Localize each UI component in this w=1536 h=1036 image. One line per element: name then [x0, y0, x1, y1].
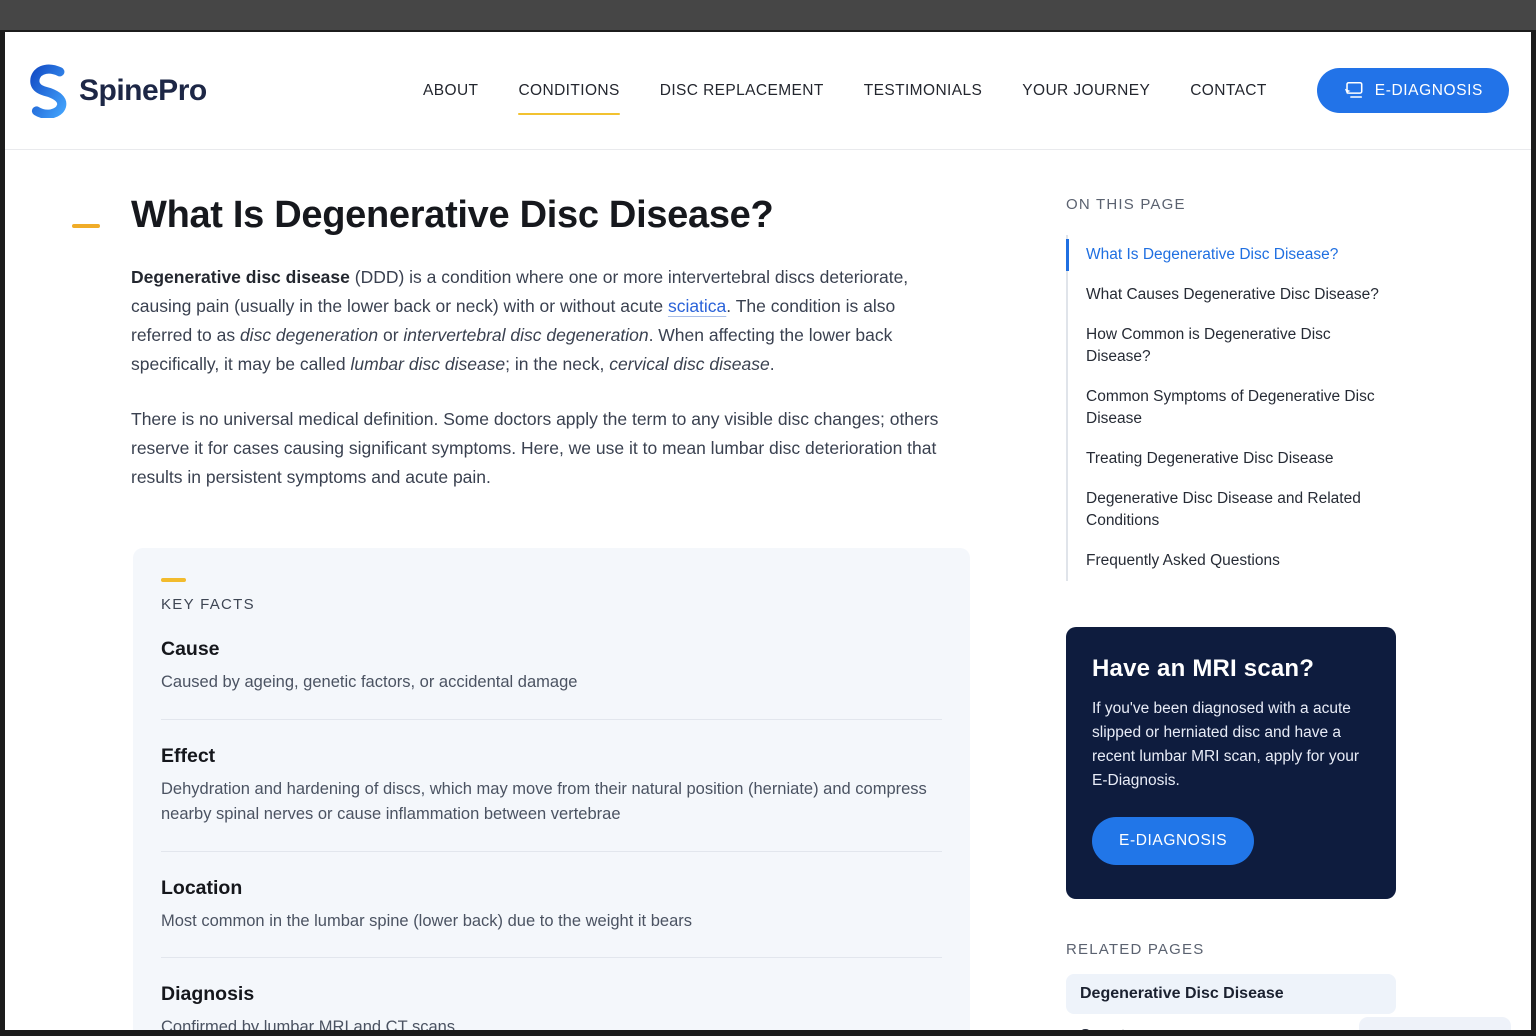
key-facts-label: KEY FACTS	[161, 596, 942, 613]
toc-item-treating[interactable]: Treating Degenerative Disc Disease	[1068, 439, 1396, 479]
brand-name: SpinePro	[79, 74, 207, 108]
screen-cursor-icon	[1343, 81, 1364, 100]
toc-item-what-causes[interactable]: What Causes Degenerative Disc Disease?	[1068, 275, 1396, 315]
related-item-symptoms[interactable]: Symptoms	[1066, 1016, 1396, 1030]
fact-text: Dehydration and hardening of discs, whic…	[161, 777, 942, 827]
nav-item-conditions[interactable]: CONDITIONS	[518, 82, 619, 100]
key-facts-card: KEY FACTS Cause Caused by ageing, geneti…	[133, 548, 970, 1030]
fact-title: Effect	[161, 745, 942, 768]
on-this-page-list: What Is Degenerative Disc Disease? What …	[1066, 235, 1396, 581]
fact-cause: Cause Caused by ageing, genetic factors,…	[161, 638, 942, 695]
main-nav: ABOUT CONDITIONS DISC REPLACEMENT TESTIM…	[423, 82, 1267, 100]
e-diagnosis-header-button[interactable]: E-DIAGNOSIS	[1317, 68, 1509, 113]
fact-divider	[161, 957, 942, 958]
page-title: What Is Degenerative Disc Disease?	[131, 194, 773, 237]
sciatica-link[interactable]: sciatica	[668, 296, 726, 316]
fact-text: Confirmed by lumbar MRI and CT scans	[161, 1015, 942, 1030]
brand-logo[interactable]: SpinePro	[29, 64, 207, 118]
related-pages: RELATED PAGES Degenerative Disc Disease …	[1066, 941, 1396, 1030]
key-facts-accent-dash	[161, 578, 186, 582]
toc-item-what-is[interactable]: What Is Degenerative Disc Disease?	[1068, 235, 1396, 275]
e-diagnosis-card-button[interactable]: E-DIAGNOSIS	[1092, 817, 1254, 865]
nav-item-disc-replacement[interactable]: DISC REPLACEMENT	[660, 82, 824, 100]
toc-item-how-common[interactable]: How Common is Degenerative Disc Disease?	[1068, 315, 1396, 377]
browser-page: SpinePro ABOUT CONDITIONS DISC REPLACEME…	[5, 32, 1531, 1030]
fact-effect: Effect Dehydration and hardening of disc…	[161, 745, 942, 827]
site-header: SpinePro ABOUT CONDITIONS DISC REPLACEME…	[5, 32, 1531, 150]
related-item-degenerative-disc-disease[interactable]: Degenerative Disc Disease	[1066, 974, 1396, 1014]
on-this-page-label: ON THIS PAGE	[1066, 196, 1396, 213]
corner-widget-partial	[1359, 1017, 1511, 1030]
definition-paragraph: There is no universal medical definition…	[131, 405, 959, 492]
fact-divider	[161, 719, 942, 720]
nav-item-testimonials[interactable]: TESTIMONIALS	[864, 82, 982, 100]
fact-title: Cause	[161, 638, 942, 661]
spinepro-logo-icon	[29, 64, 69, 118]
nav-item-about[interactable]: ABOUT	[423, 82, 478, 100]
article-column: What Is Degenerative Disc Disease? Degen…	[72, 194, 970, 1030]
fact-text: Most common in the lumbar spine (lower b…	[161, 909, 942, 934]
toc-item-common-symptoms[interactable]: Common Symptoms of Degenerative Disc Dis…	[1068, 377, 1396, 439]
fact-title: Location	[161, 877, 942, 900]
intro-paragraph: Degenerative disc disease (DDD) is a con…	[131, 263, 959, 379]
nav-item-your-journey[interactable]: YOUR JOURNEY	[1022, 82, 1150, 100]
e-diagnosis-header-label: E-DIAGNOSIS	[1375, 82, 1483, 100]
fact-text: Caused by ageing, genetic factors, or ac…	[161, 670, 942, 695]
related-pages-list: Degenerative Disc Disease Symptoms Progr…	[1066, 974, 1396, 1030]
related-pages-label: RELATED PAGES	[1066, 941, 1396, 958]
fact-title: Diagnosis	[161, 983, 942, 1006]
toc-item-related-conditions[interactable]: Degenerative Disc Disease and Related Co…	[1068, 479, 1396, 541]
os-window-bar	[0, 0, 1536, 30]
sidebar: ON THIS PAGE What Is Degenerative Disc D…	[1066, 194, 1396, 1030]
mri-card-title: Have an MRI scan?	[1092, 655, 1368, 683]
title-accent-dash	[72, 224, 100, 228]
mri-scan-card: Have an MRI scan? If you've been diagnos…	[1066, 627, 1396, 899]
fact-location: Location Most common in the lumbar spine…	[161, 877, 942, 934]
nav-item-contact[interactable]: CONTACT	[1190, 82, 1267, 100]
fact-divider	[161, 851, 942, 852]
mri-card-body: If you've been diagnosed with a acute sl…	[1092, 697, 1368, 793]
main-content: What Is Degenerative Disc Disease? Degen…	[5, 150, 1531, 1030]
fact-diagnosis: Diagnosis Confirmed by lumbar MRI and CT…	[161, 983, 942, 1030]
toc-item-faq[interactable]: Frequently Asked Questions	[1068, 541, 1396, 581]
